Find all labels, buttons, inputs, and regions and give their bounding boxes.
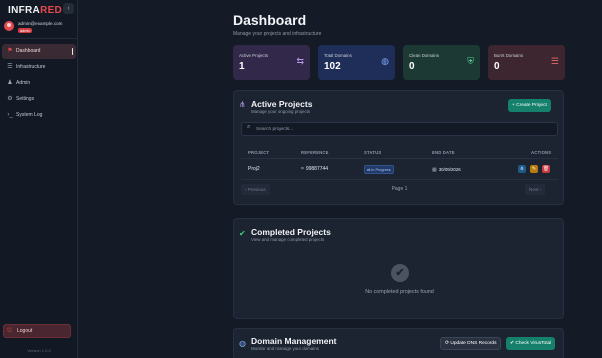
project-diagram-icon: ⋔ [239, 100, 246, 109]
sidebar-item-system-log[interactable]: ›_ System Log [2, 108, 76, 123]
version-label: Version 1.0.0 [27, 348, 51, 353]
status-badge: ⇄ In Progress [364, 165, 394, 174]
sidebar: INFRARED ‹ admin@example.com admin ⚑ Das… [0, 0, 78, 358]
create-project-button[interactable]: + Create Project [508, 99, 551, 112]
end-date-value: 30/09/2026 [438, 167, 461, 172]
sidebar-item-label: Infrastructure [16, 64, 46, 70]
brand-logo-part1: INFRA [8, 5, 41, 16]
active-projects-title: Active Projects [251, 99, 313, 109]
page-indicator: Page 1 [391, 186, 408, 192]
domain-management-title: Domain Management [251, 336, 337, 346]
sidebar-item-admin[interactable]: ♟ Admin [2, 76, 76, 91]
list-icon: ☰ [550, 56, 559, 66]
user-shield-icon: ♟ [7, 80, 13, 86]
gear-icon: ⚙ [7, 96, 13, 102]
reference-value: 99887744 [305, 166, 329, 172]
sidebar-item-infrastructure[interactable]: ☰ Infrastructure [2, 60, 76, 75]
domain-management-subtitle: Monitor and manage your domains [251, 346, 319, 351]
active-projects-subtitle: Manage your ongoing projects [251, 109, 311, 114]
column-header-end-date: END DATE [432, 150, 455, 155]
user-email: admin@example.com [18, 21, 63, 26]
update-dns-records-button[interactable]: ⟳ Update DNS Records [440, 337, 502, 350]
domain-management-card: ◍ Domain Management Monitor and manage y… [233, 328, 564, 358]
stat-value: 0 [494, 61, 500, 72]
table-divider [241, 158, 558, 159]
avatar [4, 21, 14, 31]
logout-label: Logout [17, 328, 33, 334]
calendar-icon: ▦ [432, 167, 437, 173]
globe-icon: ◍ [381, 56, 389, 66]
server-icon: ☰ [7, 64, 13, 70]
cell-end-date: ▦ 30/09/2026 [432, 167, 461, 173]
brand-logo-part2: RED [40, 5, 63, 16]
check-virustotal-button[interactable]: ✔ Check VirusTotal [506, 337, 556, 350]
terminal-icon: ›_ [7, 112, 13, 118]
stat-value: 102 [324, 61, 341, 72]
stat-card-total-domains: Total Domains 102 ◍ [318, 45, 395, 80]
edit-project-button[interactable]: ✎ [530, 165, 538, 173]
delete-project-button[interactable]: 🗑 [542, 165, 550, 173]
logout-button[interactable]: ⎋ Logout [3, 324, 71, 338]
search-field[interactable]: ⌕ [241, 122, 558, 136]
sidebar-nav: ⚑ Dashboard ☰ Infrastructure ♟ Admin ⚙ S… [0, 44, 78, 124]
sidebar-item-label: Admin [16, 80, 31, 86]
stat-label: Total Domains [324, 53, 352, 58]
column-header-status: STATUS [364, 150, 382, 155]
sidebar-item-dashboard[interactable]: ⚑ Dashboard [2, 44, 76, 59]
brand-logo: INFRARED [8, 5, 62, 16]
sign-out-icon: ⎋ [7, 328, 12, 334]
column-header-reference: REFERENCE [301, 150, 329, 155]
stat-label: Clean Domains [409, 53, 440, 58]
stat-value: 1 [239, 61, 245, 72]
stat-card-burnt-domains: Burnt Domains 0 ☰ [488, 45, 565, 80]
cell-project: Proj2 [248, 166, 260, 172]
empty-state-check-icon: ✔ [391, 264, 409, 282]
search-icon: ⌕ [247, 124, 251, 130]
dashboard-icon: ⚑ [7, 48, 13, 54]
completed-projects-card: ✔ Completed Projects View and manage com… [233, 218, 564, 319]
empty-state-text: No completed projects found [365, 289, 434, 295]
page-subtitle: Manage your projects and infrastructure [233, 31, 322, 37]
project-diagram-icon: ⇆ [296, 56, 304, 66]
globe-icon: ◍ [239, 339, 246, 348]
hashtag-icon: ⌗ [301, 166, 304, 172]
sidebar-item-label: Settings [16, 96, 35, 102]
cell-reference: ⌗ 99887744 [301, 166, 328, 172]
stat-label: Burnt Domains [494, 53, 524, 58]
main-content: Dashboard Manage your projects and infra… [78, 0, 602, 358]
stat-card-clean-domains: Clean Domains 0 ⛨ [403, 45, 480, 80]
column-header-actions: ACTIONS [531, 150, 552, 155]
completed-projects-title: Completed Projects [251, 227, 331, 237]
shield-icon: ⛨ [467, 56, 474, 66]
sidebar-divider [0, 38, 78, 39]
sidebar-item-label: System Log [16, 112, 43, 118]
view-project-button[interactable]: ⋔ [518, 165, 526, 173]
stat-card-active-projects: Active Projects 1 ⇆ [233, 45, 310, 80]
search-input[interactable] [256, 125, 546, 134]
stat-label: Active Projects [239, 53, 269, 58]
sidebar-item-settings[interactable]: ⚙ Settings [2, 92, 76, 107]
next-page-button[interactable]: Next › [525, 184, 546, 195]
table-divider [241, 179, 558, 180]
user-role-badge: admin [18, 28, 33, 33]
active-projects-card: ⋔ Active Projects Manage your ongoing pr… [233, 90, 564, 205]
completed-projects-subtitle: View and manage completed projects [251, 237, 325, 242]
column-header-project: PROJECT [248, 150, 270, 155]
check-circle-icon: ✔ [239, 229, 246, 238]
stat-value: 0 [409, 61, 415, 72]
collapse-sidebar-button[interactable]: ‹ [63, 3, 74, 14]
page-title: Dashboard [233, 12, 307, 28]
sidebar-item-label: Dashboard [16, 48, 41, 54]
